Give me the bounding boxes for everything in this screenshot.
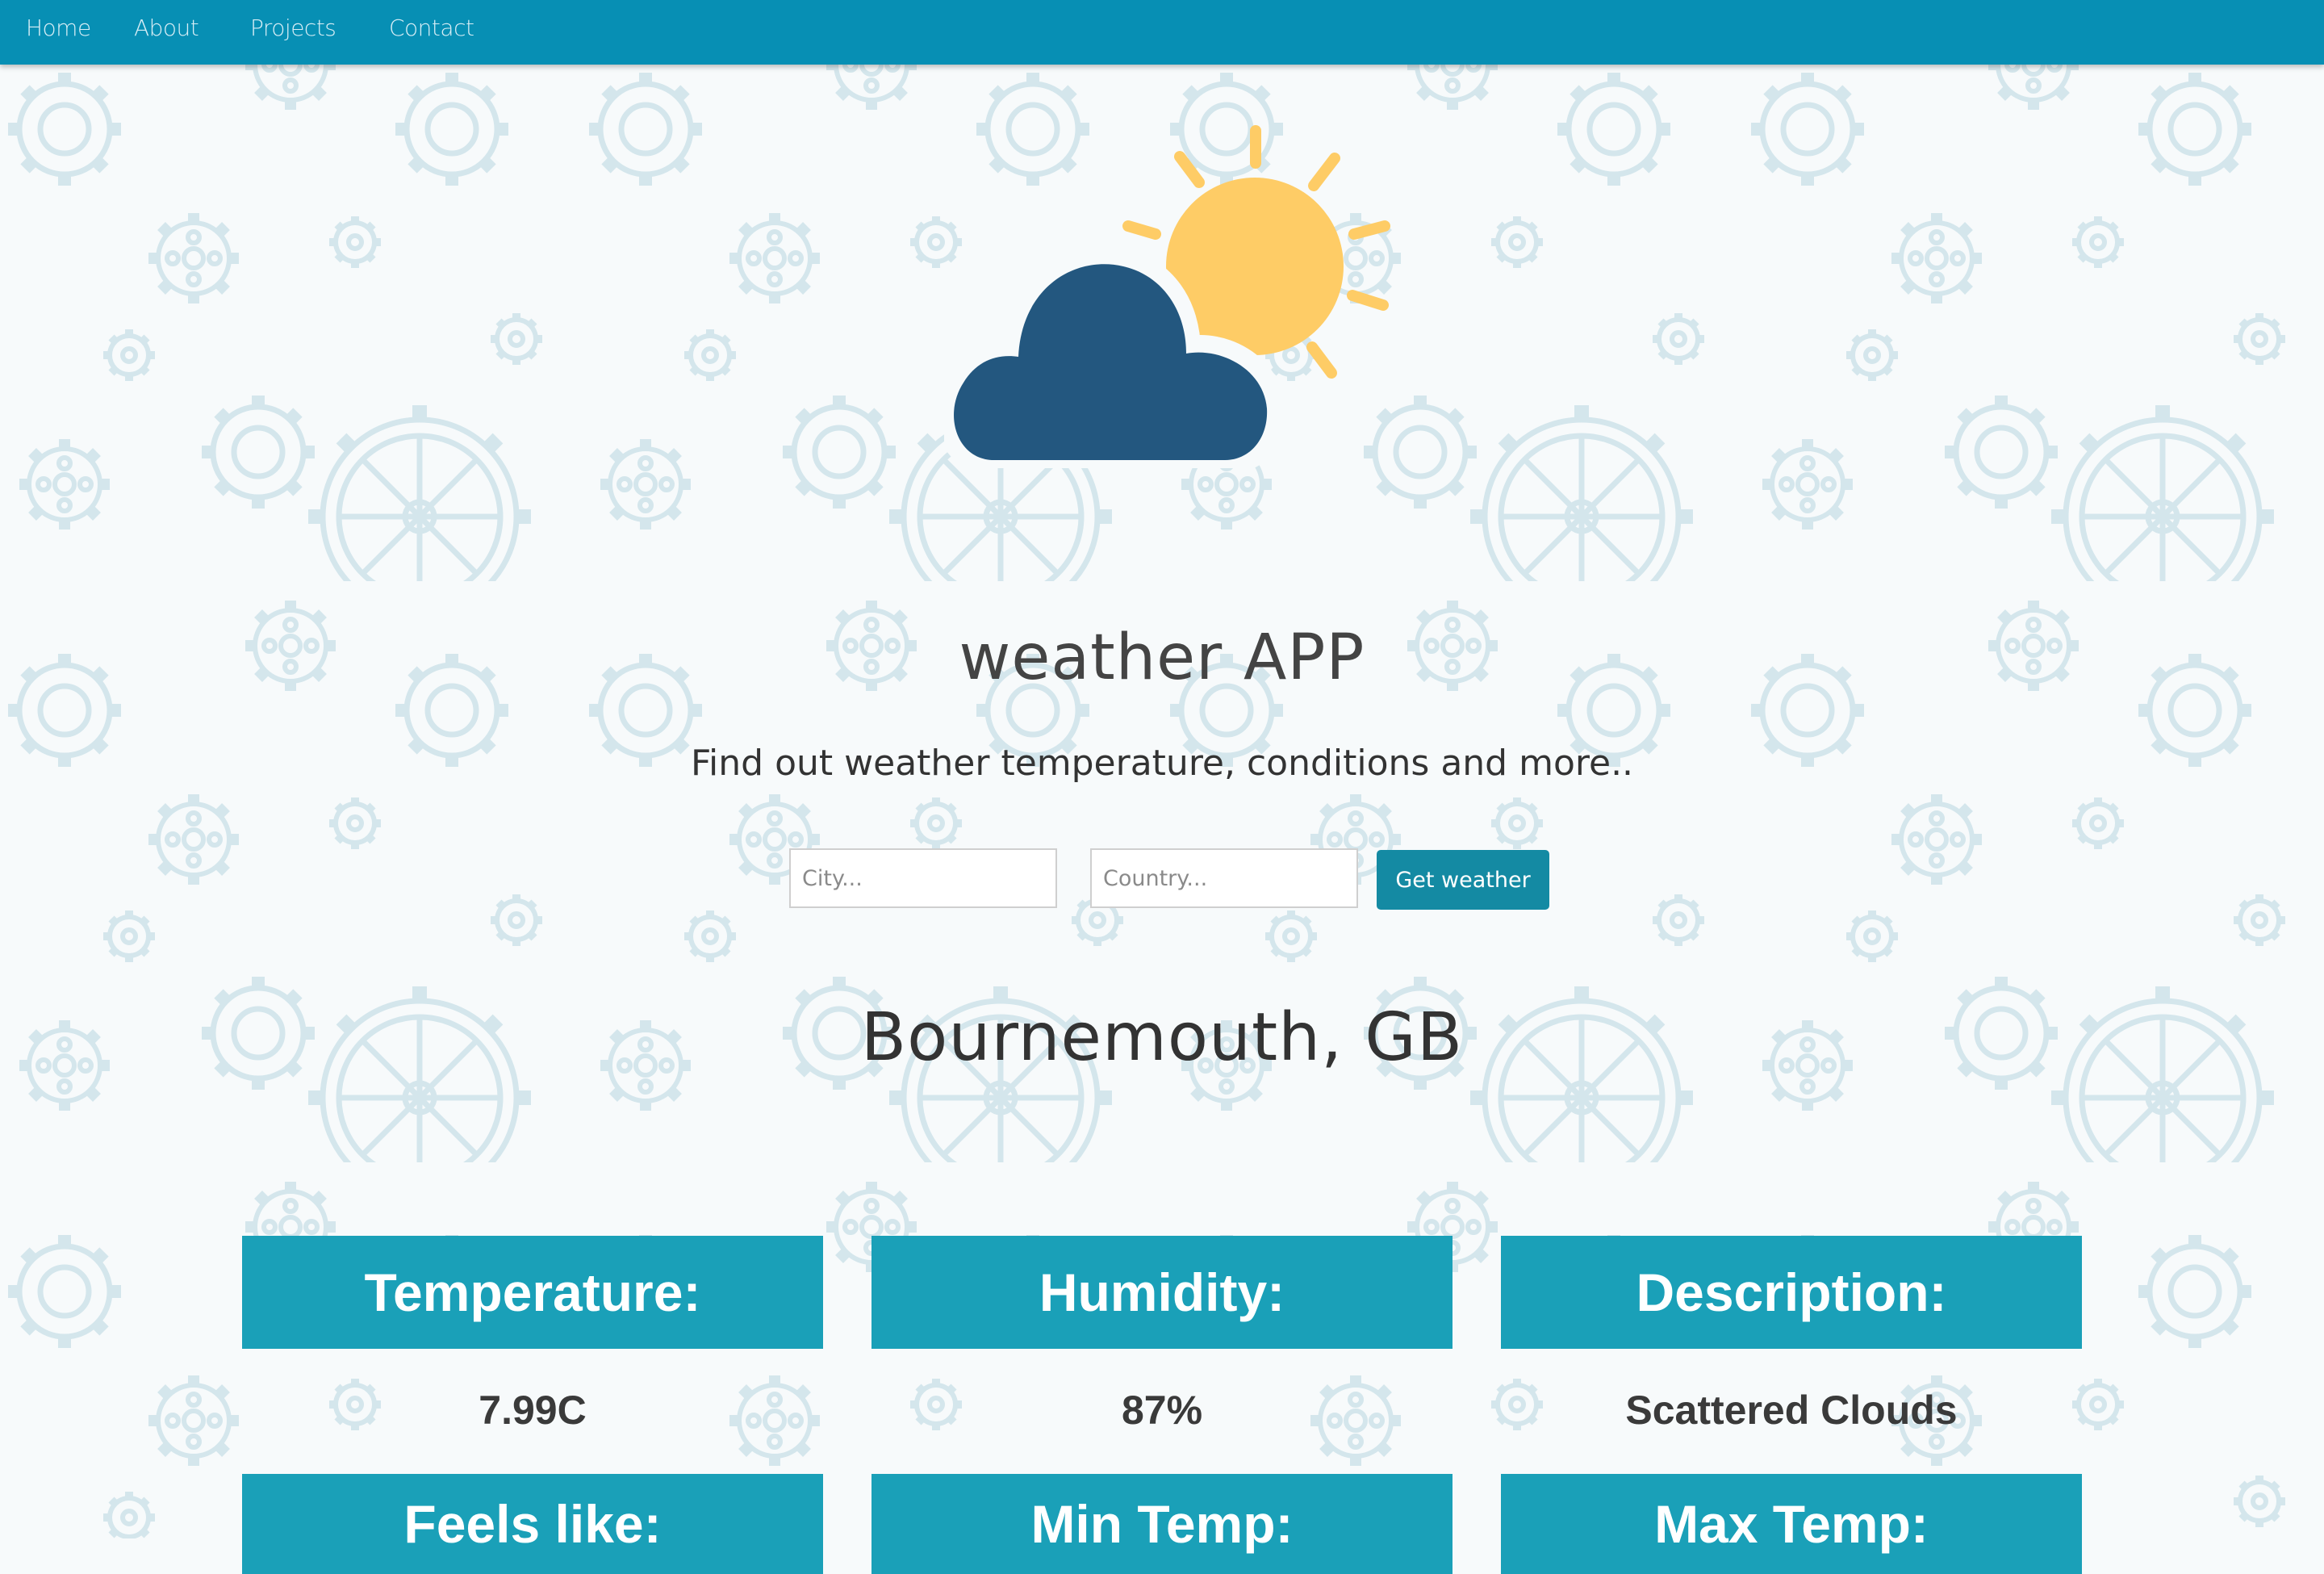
location-heading: Bournemouth, GB	[860, 999, 1464, 1076]
city-input[interactable]	[789, 848, 1057, 908]
humidity-value: 87%	[1121, 1388, 1203, 1433]
nav-about-link[interactable]: About	[134, 15, 199, 41]
humidity-card-header: Humidity:	[872, 1236, 1452, 1349]
get-weather-button[interactable]: Get weather	[1377, 850, 1549, 910]
sun-cloud-icon	[944, 125, 1390, 468]
description-value: Scattered Clouds	[1625, 1388, 1958, 1433]
nav-contact-link[interactable]: Contact	[389, 15, 474, 41]
top-navbar: Home About Projects Contact	[0, 0, 2324, 65]
temperature-value: 7.99C	[479, 1388, 587, 1433]
nav-projects-link[interactable]: Projects	[250, 15, 336, 41]
app-subtitle: Find out weather temperature, conditions…	[690, 743, 1634, 784]
app-title: weather APP	[959, 622, 1365, 694]
min-temp-card-header: Min Temp:	[872, 1474, 1452, 1574]
feels-like-card-header: Feels like:	[242, 1474, 823, 1574]
nav-home-link[interactable]: Home	[26, 15, 91, 41]
country-input[interactable]	[1090, 848, 1358, 908]
description-card-header: Description:	[1501, 1236, 2082, 1349]
max-temp-card-header: Max Temp:	[1501, 1474, 2082, 1574]
temperature-card-header: Temperature:	[242, 1236, 823, 1349]
